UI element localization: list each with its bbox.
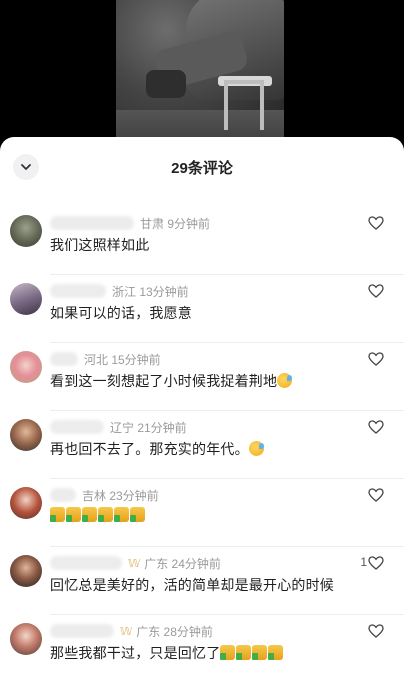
avatar[interactable] [10, 623, 42, 655]
comment-meta: 𝕎 广东 24分钟前 [50, 555, 221, 571]
comment-location-time: 浙江 13分钟前 [112, 284, 189, 299]
comment-location-time: 甘肃 9分钟前 [140, 216, 211, 231]
thumbs-up-emoji [268, 645, 284, 660]
avatar[interactable] [10, 487, 42, 519]
username-redacted [50, 216, 134, 230]
crown-badge-icon: 𝕎 [128, 557, 141, 570]
username-redacted [50, 624, 114, 638]
thumbs-up-emoji [114, 507, 129, 522]
collapse-button[interactable] [13, 154, 39, 180]
thumbs-up-emoji [252, 645, 268, 660]
comment-text [50, 507, 146, 523]
avatar[interactable] [10, 283, 42, 315]
comments-sheet: 29条评论 甘肃 9分钟前 我们这照样如此 浙江 13分钟前 如果可以的话，我愿… [0, 137, 404, 681]
comment-location-time: 广东 28分钟前 [136, 624, 213, 639]
comment-meta: 河北 15分钟前 [50, 351, 161, 367]
avatar[interactable] [10, 555, 42, 587]
comment-location-time: 辽宁 21分钟前 [110, 420, 187, 435]
comment-item: 河北 15分钟前 看到这一刻想起了小时候我捉着荆地 [0, 343, 404, 411]
avatar[interactable] [10, 351, 42, 383]
sweat-smile-emoji [248, 441, 264, 456]
thumbs-up-emoji [50, 507, 65, 522]
heart-outline-icon[interactable] [368, 351, 384, 367]
comment-text-body: 那些我都干过，只是回忆了 [50, 645, 221, 661]
heart-outline-icon[interactable] [368, 487, 384, 503]
comment-meta: 吉林 23分钟前 [50, 487, 159, 503]
crown-badge-icon: 𝕎 [120, 625, 133, 638]
username-redacted [50, 556, 122, 570]
avatar[interactable] [10, 419, 42, 451]
comment-text: 那些我都干过，只是回忆了 [50, 643, 284, 663]
chevron-down-icon [21, 164, 31, 170]
comment-location-time: 河北 15分钟前 [84, 352, 161, 367]
username-redacted [50, 420, 104, 434]
thumbs-up-emoji [236, 645, 252, 660]
comment-meta: 甘肃 9分钟前 [50, 215, 210, 231]
thumbs-up-emoji [98, 507, 113, 522]
heart-outline-icon[interactable] [368, 283, 384, 299]
comment-text: 我们这照样如此 [50, 237, 150, 253]
comment-meta: 浙江 13分钟前 [50, 283, 189, 299]
thumbs-up-emoji [66, 507, 81, 522]
username-redacted [50, 284, 106, 298]
comment-item: 辽宁 21分钟前 再也回不去了。那充实的年代。 [0, 411, 404, 479]
comments-header: 29条评论 [0, 137, 404, 199]
comment-text-body: 再也回不去了。那充实的年代。 [50, 441, 249, 457]
username-redacted [50, 352, 78, 366]
comment-meta: 𝕎 广东 28分钟前 [50, 623, 213, 639]
comment-text: 看到这一刻想起了小时候我捉着荆地 [50, 371, 293, 391]
comment-location-time: 吉林 23分钟前 [82, 488, 159, 503]
heart-outline-icon[interactable] [368, 555, 384, 571]
heart-outline-icon[interactable] [368, 215, 384, 231]
comments-count-title: 29条评论 [171, 160, 233, 177]
username-redacted [50, 488, 76, 502]
thumbs-up-emoji [130, 507, 145, 522]
video-frame-image [116, 0, 284, 150]
sweat-smile-emoji [277, 373, 293, 388]
comment-text: 再也回不去了。那充实的年代。 [50, 439, 264, 459]
comment-item: 甘肃 9分钟前 我们这照样如此 [0, 207, 404, 275]
comment-text-body: 看到这一刻想起了小时候我捉着荆地 [50, 373, 278, 389]
comment-item: 吉林 23分钟前 [0, 479, 404, 547]
thumbs-up-emoji [220, 645, 236, 660]
comment-text: 如果可以的话，我愿意 [50, 305, 192, 321]
comment-location-time: 广东 24分钟前 [144, 556, 221, 571]
comment-item: 浙江 13分钟前 如果可以的话，我愿意 [0, 275, 404, 343]
like-count: 1 [360, 555, 367, 569]
thumbs-up-emoji [82, 507, 97, 522]
video-preview[interactable] [0, 0, 404, 150]
comment-text: 回忆总是美好的，活的简单却是最开心的时候 [50, 577, 334, 593]
avatar[interactable] [10, 215, 42, 247]
comment-meta: 辽宁 21分钟前 [50, 419, 187, 435]
heart-outline-icon[interactable] [368, 419, 384, 435]
heart-outline-icon[interactable] [368, 623, 384, 639]
comment-item: 𝕎 广东 24分钟前 回忆总是美好的，活的简单却是最开心的时候 1 [0, 547, 404, 615]
comment-item: 𝕎 广东 28分钟前 那些我都干过，只是回忆了 [0, 615, 404, 681]
